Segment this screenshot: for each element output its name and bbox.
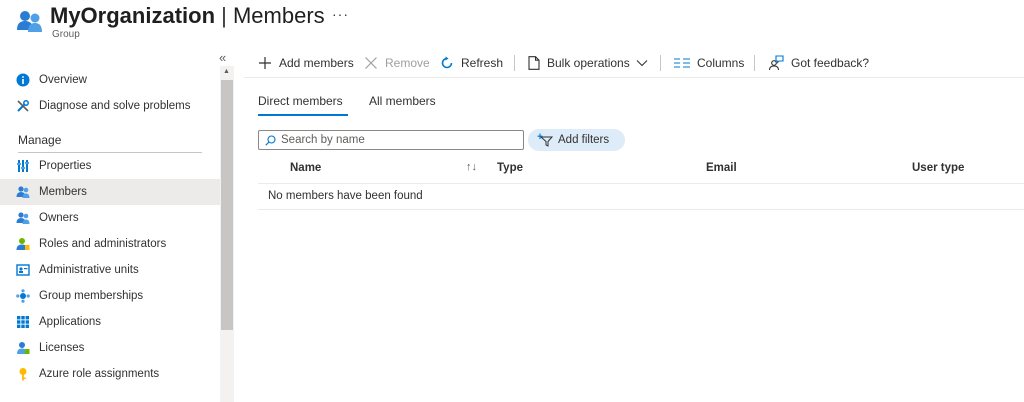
sidebar-item-label: Overview <box>39 74 87 86</box>
feedback-button[interactable]: Got feedback? <box>768 50 869 76</box>
tab-direct-members[interactable]: Direct members <box>258 94 343 108</box>
applications-icon <box>17 316 29 328</box>
columns-label: Columns <box>697 56 745 70</box>
refresh-icon <box>441 56 453 69</box>
plus-icon <box>259 57 271 69</box>
table-row-divider <box>258 209 1024 210</box>
add-filter-icon <box>537 133 553 147</box>
members-icon <box>16 186 30 198</box>
sidebar-item-overview[interactable]: Overview <box>0 67 220 93</box>
add-filters-button[interactable]: Add filters <box>528 129 625 151</box>
more-options-button[interactable]: ··· <box>332 6 349 22</box>
search-input[interactable] <box>281 134 511 146</box>
licenses-icon <box>17 342 30 354</box>
refresh-label: Refresh <box>461 56 504 70</box>
active-tab-indicator <box>258 114 348 116</box>
sidebar-item-label: Properties <box>39 160 92 172</box>
scroll-up-arrow-icon[interactable]: ▲ <box>223 68 230 75</box>
remove-button[interactable]: Remove <box>364 50 430 76</box>
toolbar-divider <box>754 55 755 71</box>
document-icon <box>528 56 540 70</box>
sidebar-item-roles[interactable]: Roles and administrators <box>0 231 220 257</box>
key-icon <box>19 368 27 381</box>
page-header: MyOrganization | Members ··· Group <box>0 0 1024 46</box>
bulk-operations-label: Bulk operations <box>547 56 630 70</box>
close-icon <box>365 57 377 69</box>
roles-icon <box>16 238 30 250</box>
sidebar-item-label: Owners <box>39 212 79 224</box>
sidebar-item-members[interactable]: Members <box>0 179 220 205</box>
column-header-email[interactable]: Email <box>706 162 737 174</box>
sidebar-item-group-memberships[interactable]: Group memberships <box>0 283 220 309</box>
remove-label: Remove <box>385 56 430 70</box>
tab-all-members[interactable]: All members <box>369 94 436 108</box>
sidebar-item-owners[interactable]: Owners <box>0 205 220 231</box>
sidebar-item-licenses[interactable]: Licenses <box>0 335 220 361</box>
sidebar-item-applications[interactable]: Applications <box>0 309 220 335</box>
sidebar-item-label: Applications <box>39 316 102 328</box>
group-memberships-icon <box>16 289 30 303</box>
column-header-type[interactable]: Type <box>497 162 523 174</box>
add-members-label: Add members <box>279 56 354 70</box>
toolbar-divider <box>514 55 515 71</box>
section-label-manage: Manage <box>18 133 62 147</box>
bulk-operations-button[interactable]: Bulk operations <box>528 50 648 76</box>
page-name: Members <box>232 3 325 28</box>
sidebar-item-label: Roles and administrators <box>39 238 167 250</box>
sidebar-item-diagnose[interactable]: Diagnose and solve problems <box>0 93 220 119</box>
feedback-icon <box>768 55 784 71</box>
info-icon <box>16 73 30 87</box>
sidebar-manage-list: Properties Members Owners Roles and admi… <box>0 153 220 402</box>
add-filters-label: Add filters <box>558 134 610 146</box>
command-bar: Add members Remove Refresh Bulk operatio… <box>252 50 1024 76</box>
title-separator: | <box>221 3 227 28</box>
group-icon <box>17 11 42 32</box>
sidebar-item-administrative-units[interactable]: Administrative units <box>0 257 220 283</box>
properties-icon <box>17 160 29 172</box>
sidebar-item-azure-role-assignments[interactable]: Azure role assignments <box>0 361 220 387</box>
add-members-button[interactable]: Add members <box>258 50 354 76</box>
chevron-down-icon <box>636 60 648 67</box>
sidebar-item-properties[interactable]: Properties <box>0 153 220 179</box>
admin-units-icon <box>16 264 30 276</box>
sidebar-item-label: Diagnose and solve problems <box>39 100 191 112</box>
column-header-name[interactable]: Name <box>290 162 321 174</box>
page-title: MyOrganization | Members <box>50 3 325 29</box>
sort-icon[interactable]: ↑↓ <box>466 161 477 173</box>
column-header-user-type[interactable]: User type <box>912 162 964 174</box>
owners-icon <box>16 212 30 224</box>
sidebar-scroll-thumb[interactable] <box>221 80 233 330</box>
sidebar-item-label: Members <box>39 186 87 198</box>
columns-icon <box>674 58 690 68</box>
sidebar-item-label: Group memberships <box>39 290 144 302</box>
feedback-label: Got feedback? <box>791 56 870 70</box>
table-header-divider <box>258 183 1024 184</box>
refresh-button[interactable]: Refresh <box>440 50 503 76</box>
search-box[interactable] <box>258 130 524 150</box>
toolbar-divider-line <box>244 77 1024 78</box>
sidebar-item-label: Administrative units <box>39 264 139 276</box>
search-icon <box>265 134 276 146</box>
sidebar-item-label: Azure role assignments <box>39 368 160 380</box>
wrench-icon <box>17 100 29 112</box>
page-subtitle: Group <box>52 29 80 40</box>
toolbar-divider <box>660 55 661 71</box>
empty-table-message: No members have been found <box>268 190 423 202</box>
sidebar-item-label: Licenses <box>39 342 85 354</box>
columns-button[interactable]: Columns <box>674 50 744 76</box>
org-name: MyOrganization <box>50 3 216 28</box>
collapse-sidebar-button[interactable]: « <box>219 50 226 65</box>
